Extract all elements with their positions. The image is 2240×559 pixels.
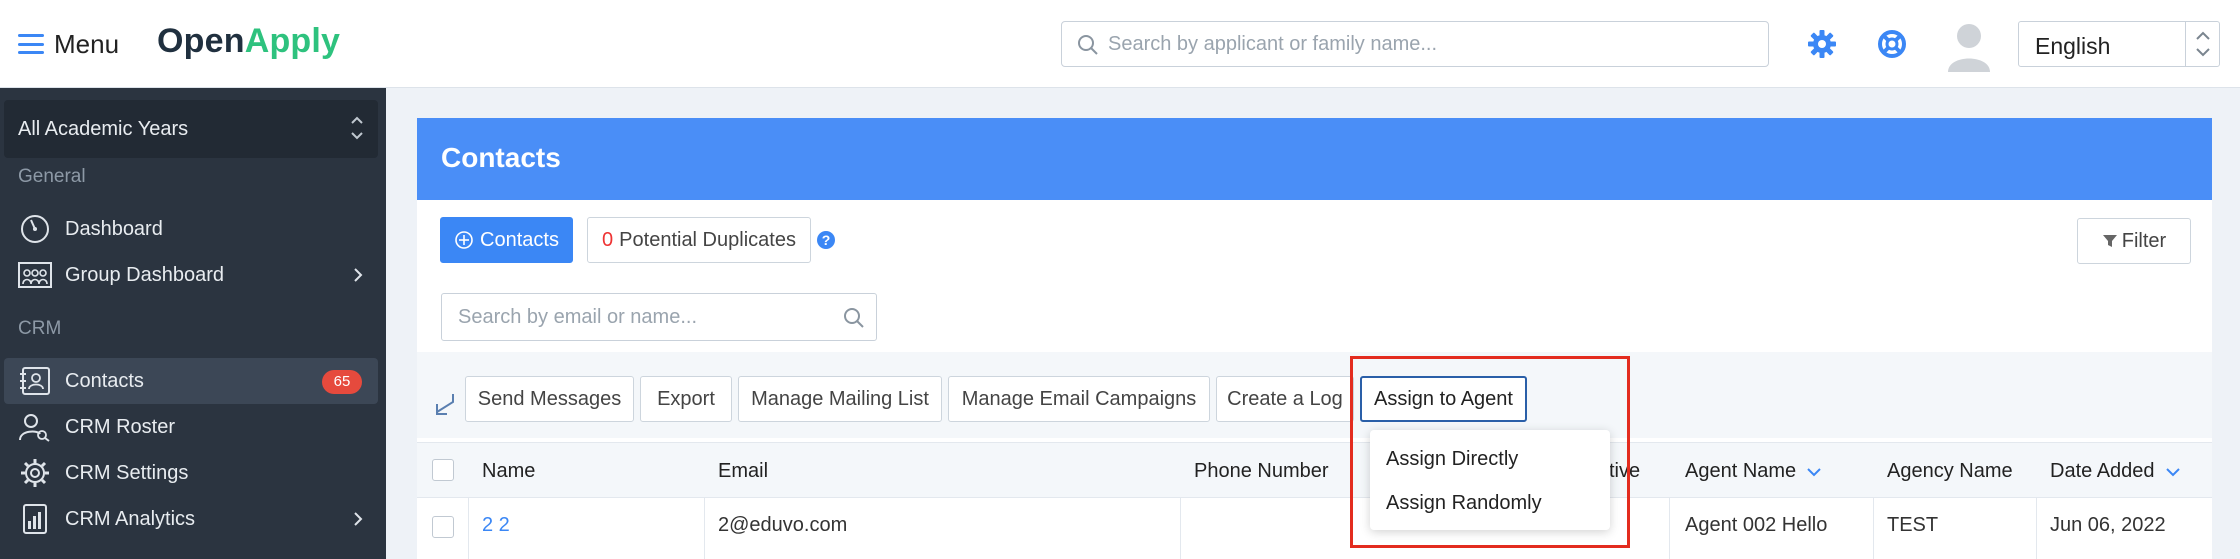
chevron-right-icon bbox=[354, 268, 363, 282]
academic-year-select[interactable]: All Academic Years bbox=[4, 100, 378, 158]
table-row[interactable]: 2 2 2@eduvo.com Agent 002 Hello TEST Jun… bbox=[417, 498, 2212, 559]
contacts-count-badge: 65 bbox=[322, 370, 362, 394]
analytics-icon bbox=[23, 504, 47, 534]
sidebar-item-contacts[interactable]: Contacts 65 bbox=[4, 358, 378, 404]
contact-name-link[interactable]: 2 2 bbox=[482, 514, 510, 537]
column-divider bbox=[1873, 498, 1874, 559]
hamburger-icon bbox=[18, 34, 44, 54]
search-icon bbox=[1078, 35, 1098, 55]
manage-email-campaigns-button[interactable]: Manage Email Campaigns bbox=[948, 376, 1210, 422]
sidebar-item-crm-roster[interactable]: CRM Roster bbox=[4, 404, 378, 450]
filter-label: Filter bbox=[2121, 229, 2167, 252]
sidebar-item-label: Group Dashboard bbox=[65, 264, 224, 286]
logo-apply-text: Apply bbox=[244, 22, 341, 60]
row-checkbox[interactable] bbox=[432, 516, 454, 538]
sidebar-item-label: CRM Analytics bbox=[65, 508, 196, 530]
page-title: Contacts bbox=[441, 142, 561, 173]
gauge-icon bbox=[21, 215, 49, 243]
add-contacts-label: Contacts bbox=[480, 228, 559, 251]
select-caret-icon bbox=[351, 116, 363, 140]
column-divider bbox=[1180, 498, 1181, 559]
filter-funnel-icon bbox=[2102, 235, 2117, 247]
column-header-date-added[interactable]: Date Added bbox=[2050, 460, 2181, 483]
svg-text:?: ? bbox=[822, 232, 831, 248]
filter-button[interactable]: Filter bbox=[2077, 218, 2191, 264]
sidebar-item-label: CRM Settings bbox=[65, 462, 189, 484]
academic-year-value: All Academic Years bbox=[18, 118, 189, 140]
column-header-label: Agent Name bbox=[1685, 460, 1797, 482]
chevron-down-icon bbox=[2165, 468, 2180, 477]
menu-label: Menu bbox=[54, 28, 120, 59]
panel-header: Contacts bbox=[417, 118, 2212, 200]
duplicates-label: Potential Duplicates bbox=[619, 228, 796, 251]
send-messages-button[interactable]: Send Messages bbox=[465, 376, 634, 422]
add-contacts-button[interactable]: Contacts bbox=[440, 217, 573, 263]
gear-icon bbox=[21, 459, 49, 487]
column-header-agent-name[interactable]: Agent Name bbox=[1685, 460, 1822, 483]
column-header-phone[interactable]: Phone Number bbox=[1194, 460, 1329, 483]
user-avatar-icon[interactable] bbox=[1946, 20, 1992, 72]
export-button[interactable]: Export bbox=[640, 376, 732, 422]
bulk-select-arrow-icon bbox=[436, 394, 454, 415]
contact-email: 2@eduvo.com bbox=[718, 514, 848, 536]
column-divider bbox=[1669, 498, 1670, 559]
gear-icon[interactable] bbox=[1806, 28, 1838, 60]
sidebar-section-general: General bbox=[18, 166, 86, 187]
openapply-logo[interactable]: OpenApply bbox=[157, 22, 340, 61]
search-icon[interactable] bbox=[842, 306, 866, 330]
sidebar-item-dashboard[interactable]: Dashboard bbox=[4, 206, 378, 252]
sidebar-item-label: Contacts bbox=[65, 370, 144, 392]
column-header-name[interactable]: Name bbox=[482, 460, 535, 483]
sidebar-section-crm: CRM bbox=[18, 318, 62, 339]
group-icon bbox=[18, 262, 52, 288]
logo-open-text: Open bbox=[157, 22, 245, 60]
duplicates-count: 0 bbox=[602, 228, 614, 251]
top-bar: Menu OpenApply English bbox=[0, 0, 2240, 88]
sidebar-item-label: CRM Roster bbox=[65, 416, 176, 438]
create-log-button[interactable]: Create a Log bbox=[1216, 376, 1354, 422]
sidebar-item-group-dashboard[interactable]: Group Dashboard bbox=[4, 252, 378, 298]
sidebar-item-crm-settings[interactable]: CRM Settings bbox=[4, 450, 378, 496]
potential-duplicates-button[interactable]: 0 Potential Duplicates bbox=[587, 217, 811, 263]
contacts-table-header: Name Email Phone Number tive Agent Name … bbox=[417, 442, 2212, 498]
global-search-box bbox=[1061, 21, 1769, 67]
column-divider bbox=[704, 498, 705, 559]
contacts-icon bbox=[20, 367, 50, 395]
language-select[interactable]: English bbox=[2018, 21, 2220, 67]
chevron-right-icon bbox=[354, 512, 363, 526]
column-header-email[interactable]: Email bbox=[718, 460, 768, 483]
menu-button[interactable]: Menu bbox=[18, 26, 119, 62]
contacts-panel: Contacts Contacts 0 Potential Duplicates… bbox=[417, 118, 2212, 559]
sidebar-item-label: Dashboard bbox=[65, 218, 163, 240]
question-circle-icon[interactable]: ? bbox=[816, 230, 836, 250]
contact-agent-name: Agent 002 Hello bbox=[1685, 514, 1828, 536]
language-value: English bbox=[2035, 33, 2111, 59]
column-header-agency-name[interactable]: Agency Name bbox=[1887, 460, 2013, 483]
contact-search-input[interactable] bbox=[458, 294, 838, 340]
sidebar: All Academic Years General Dashboard Gro… bbox=[0, 88, 386, 559]
select-all-checkbox[interactable] bbox=[432, 459, 454, 481]
user-search-icon bbox=[19, 414, 50, 442]
plus-circle-icon bbox=[455, 231, 473, 249]
contact-search-box bbox=[441, 293, 877, 341]
sidebar-item-crm-analytics[interactable]: CRM Analytics bbox=[4, 496, 378, 542]
contact-agency-name: TEST bbox=[1887, 514, 1939, 536]
column-header-label: Date Added bbox=[2050, 460, 2155, 482]
chevron-down-icon bbox=[1807, 468, 1821, 477]
highlight-annotation-box bbox=[1350, 356, 1630, 548]
column-divider bbox=[2036, 498, 2037, 559]
column-divider bbox=[468, 498, 469, 559]
manage-mailing-list-button[interactable]: Manage Mailing List bbox=[738, 376, 942, 422]
contact-date-added: Jun 06, 2022 bbox=[2050, 514, 2166, 536]
select-caret-icon bbox=[2185, 22, 2219, 66]
global-search-input[interactable] bbox=[1108, 22, 1758, 66]
help-lifebuoy-icon[interactable] bbox=[1876, 28, 1908, 60]
